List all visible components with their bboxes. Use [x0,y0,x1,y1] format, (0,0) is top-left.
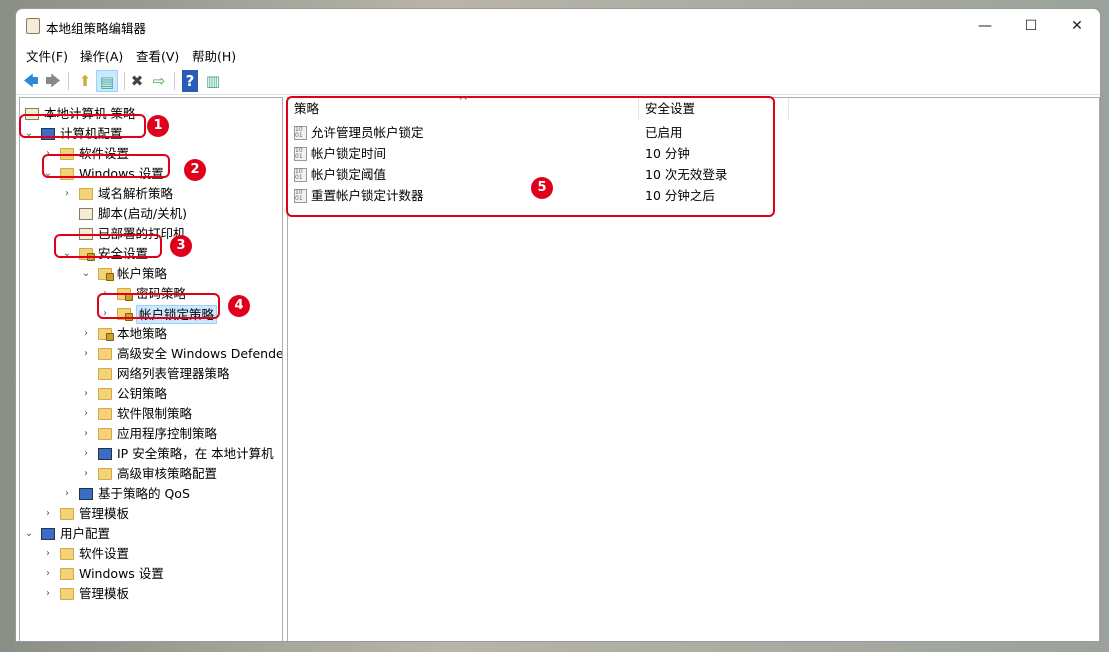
annotation-badge-5: 5 [531,177,553,199]
tree-item-label: 公钥策略 [117,386,168,401]
annotation-badge-1: 1 [147,115,169,137]
tree-item[interactable]: › 域名解析策略 [20,184,282,204]
chevron-right-icon[interactable]: › [81,384,91,404]
minimize-button[interactable]: — [962,9,1008,43]
annotation-box-4 [97,293,220,319]
chevron-right-icon[interactable]: › [81,464,91,484]
chevron-down-icon[interactable]: ⌄ [81,264,91,284]
chevron-right-icon[interactable]: › [81,404,91,424]
tree-item-label: Windows 设置 [79,566,164,581]
tree-item[interactable]: › 软件设置 [20,544,282,564]
menu-bar: 文件(F) 操作(A) 查看(V) 帮助(H) [16,43,1100,65]
delete-icon[interactable]: ✖ [126,70,148,92]
tree-item[interactable]: 脚本(启动/关机) [20,204,282,224]
menu-view[interactable]: 查看(V) [136,46,179,65]
menu-action[interactable]: 操作(A) [80,46,123,65]
chevron-right-icon[interactable]: › [81,444,91,464]
tree-item-label: 脚本(启动/关机) [98,206,187,221]
annotation-box-2 [42,154,170,178]
security-folder-icon [98,268,114,281]
tree-item[interactable]: › 基于策略的 QoS [20,484,282,504]
tree-item[interactable]: › 本地策略 [20,324,282,344]
tree-item-label: 应用程序控制策略 [117,426,218,441]
show-hide-tree-icon[interactable]: ▤ [96,70,118,92]
tree-item[interactable]: › 高级审核策略配置 [20,464,282,484]
maximize-button[interactable]: ☐ [1008,9,1054,43]
tree-pane: 本地计算机 策略 ⌄ 计算机配置 › 软件设置 ⌄ Windows 设置 › 域名解析策略 脚本(… [19,97,283,641]
close-button[interactable]: ✕ [1054,9,1100,43]
tree-item[interactable]: › 管理模板 [20,584,282,604]
tree-item[interactable]: › 管理模板 [20,504,282,524]
chevron-right-icon[interactable]: › [43,584,53,604]
folder-icon [98,368,112,380]
folder-icon [98,408,112,420]
security-folder-icon [98,328,114,341]
tree-item[interactable]: 网络列表管理器策略 [20,364,282,384]
annotation-box-5 [286,96,775,217]
back-icon[interactable]: 🡄 [20,70,42,92]
chevron-right-icon[interactable]: › [62,484,72,504]
folder-icon [98,388,112,400]
chevron-right-icon[interactable]: › [81,324,91,344]
tree-item-label: 网络列表管理器策略 [117,366,230,381]
annotation-badge-2: 2 [184,159,206,181]
folder-icon [98,348,112,360]
tree-item[interactable]: › Windows 设置 [20,564,282,584]
folder-icon [98,428,112,440]
title-bar: 本地组策略编辑器 — ☐ ✕ [16,9,1100,43]
folder-icon [60,588,74,600]
tree-item[interactable]: › 软件限制策略 [20,404,282,424]
help-icon[interactable]: ? [182,70,198,92]
chevron-right-icon[interactable]: › [81,424,91,444]
chevron-right-icon[interactable]: › [62,184,72,204]
properties-icon[interactable]: ▥ [202,70,224,92]
tree-item[interactable]: › 高级安全 Windows Defender [20,344,282,364]
computer-icon [41,528,55,540]
chevron-right-icon[interactable]: › [43,544,53,564]
folder-icon [79,188,93,200]
tree-item-label: 软件设置 [79,546,130,561]
tree-item-label: 管理模板 [79,586,130,601]
computer-icon [98,448,112,460]
folder-icon [60,508,74,520]
policy-doc-icon [79,208,93,220]
tree-item-label: 软件限制策略 [117,406,193,421]
annotation-badge-4: 4 [228,295,250,317]
tree-item-label: 基于策略的 QoS [98,486,190,501]
tree-item-label: 高级安全 Windows Defender [117,346,283,361]
folder-icon [60,568,74,580]
tree-item-label: 域名解析策略 [98,186,174,201]
tree-item[interactable]: › IP 安全策略，在 本地计算机 [20,444,282,464]
tree-item[interactable]: › 应用程序控制策略 [20,424,282,444]
computer-icon [79,488,93,500]
folder-icon [60,548,74,560]
app-icon [26,18,40,34]
tree-item[interactable]: ⌄ 帐户策略 [20,264,282,284]
annotation-badge-3: 3 [170,235,192,257]
menu-help[interactable]: 帮助(H) [192,46,236,65]
tree-item-label: 用户配置 [60,526,111,541]
export-list-icon[interactable]: ⇨ [148,70,170,92]
tree-item-label: 帐户策略 [117,266,168,281]
window-title: 本地组策略编辑器 [46,21,147,36]
folder-icon [98,468,112,480]
tree-item[interactable]: ⌄ 用户配置 [20,524,282,544]
tree-item[interactable]: › 公钥策略 [20,384,282,404]
chevron-right-icon[interactable]: › [81,344,91,364]
forward-icon[interactable]: 🡆 [42,70,64,92]
annotation-box-3 [54,234,162,258]
annotation-box-1 [19,114,146,138]
up-folder-icon[interactable]: ⬆ [74,70,96,92]
chevron-right-icon[interactable]: › [43,564,53,584]
tree-item-label: 本地策略 [117,326,168,341]
chevron-down-icon[interactable]: ⌄ [24,524,34,544]
toolbar: 🡄 🡆 ⬆ ▤ ✖ ⇨ ? ▥ [16,67,1100,95]
tree-item-label: 高级审核策略配置 [117,466,218,481]
tree-item-label: IP 安全策略，在 本地计算机 [117,446,274,461]
chevron-right-icon[interactable]: › [43,504,53,524]
menu-file[interactable]: 文件(F) [26,46,68,65]
tree-item-label: 管理模板 [79,506,130,521]
